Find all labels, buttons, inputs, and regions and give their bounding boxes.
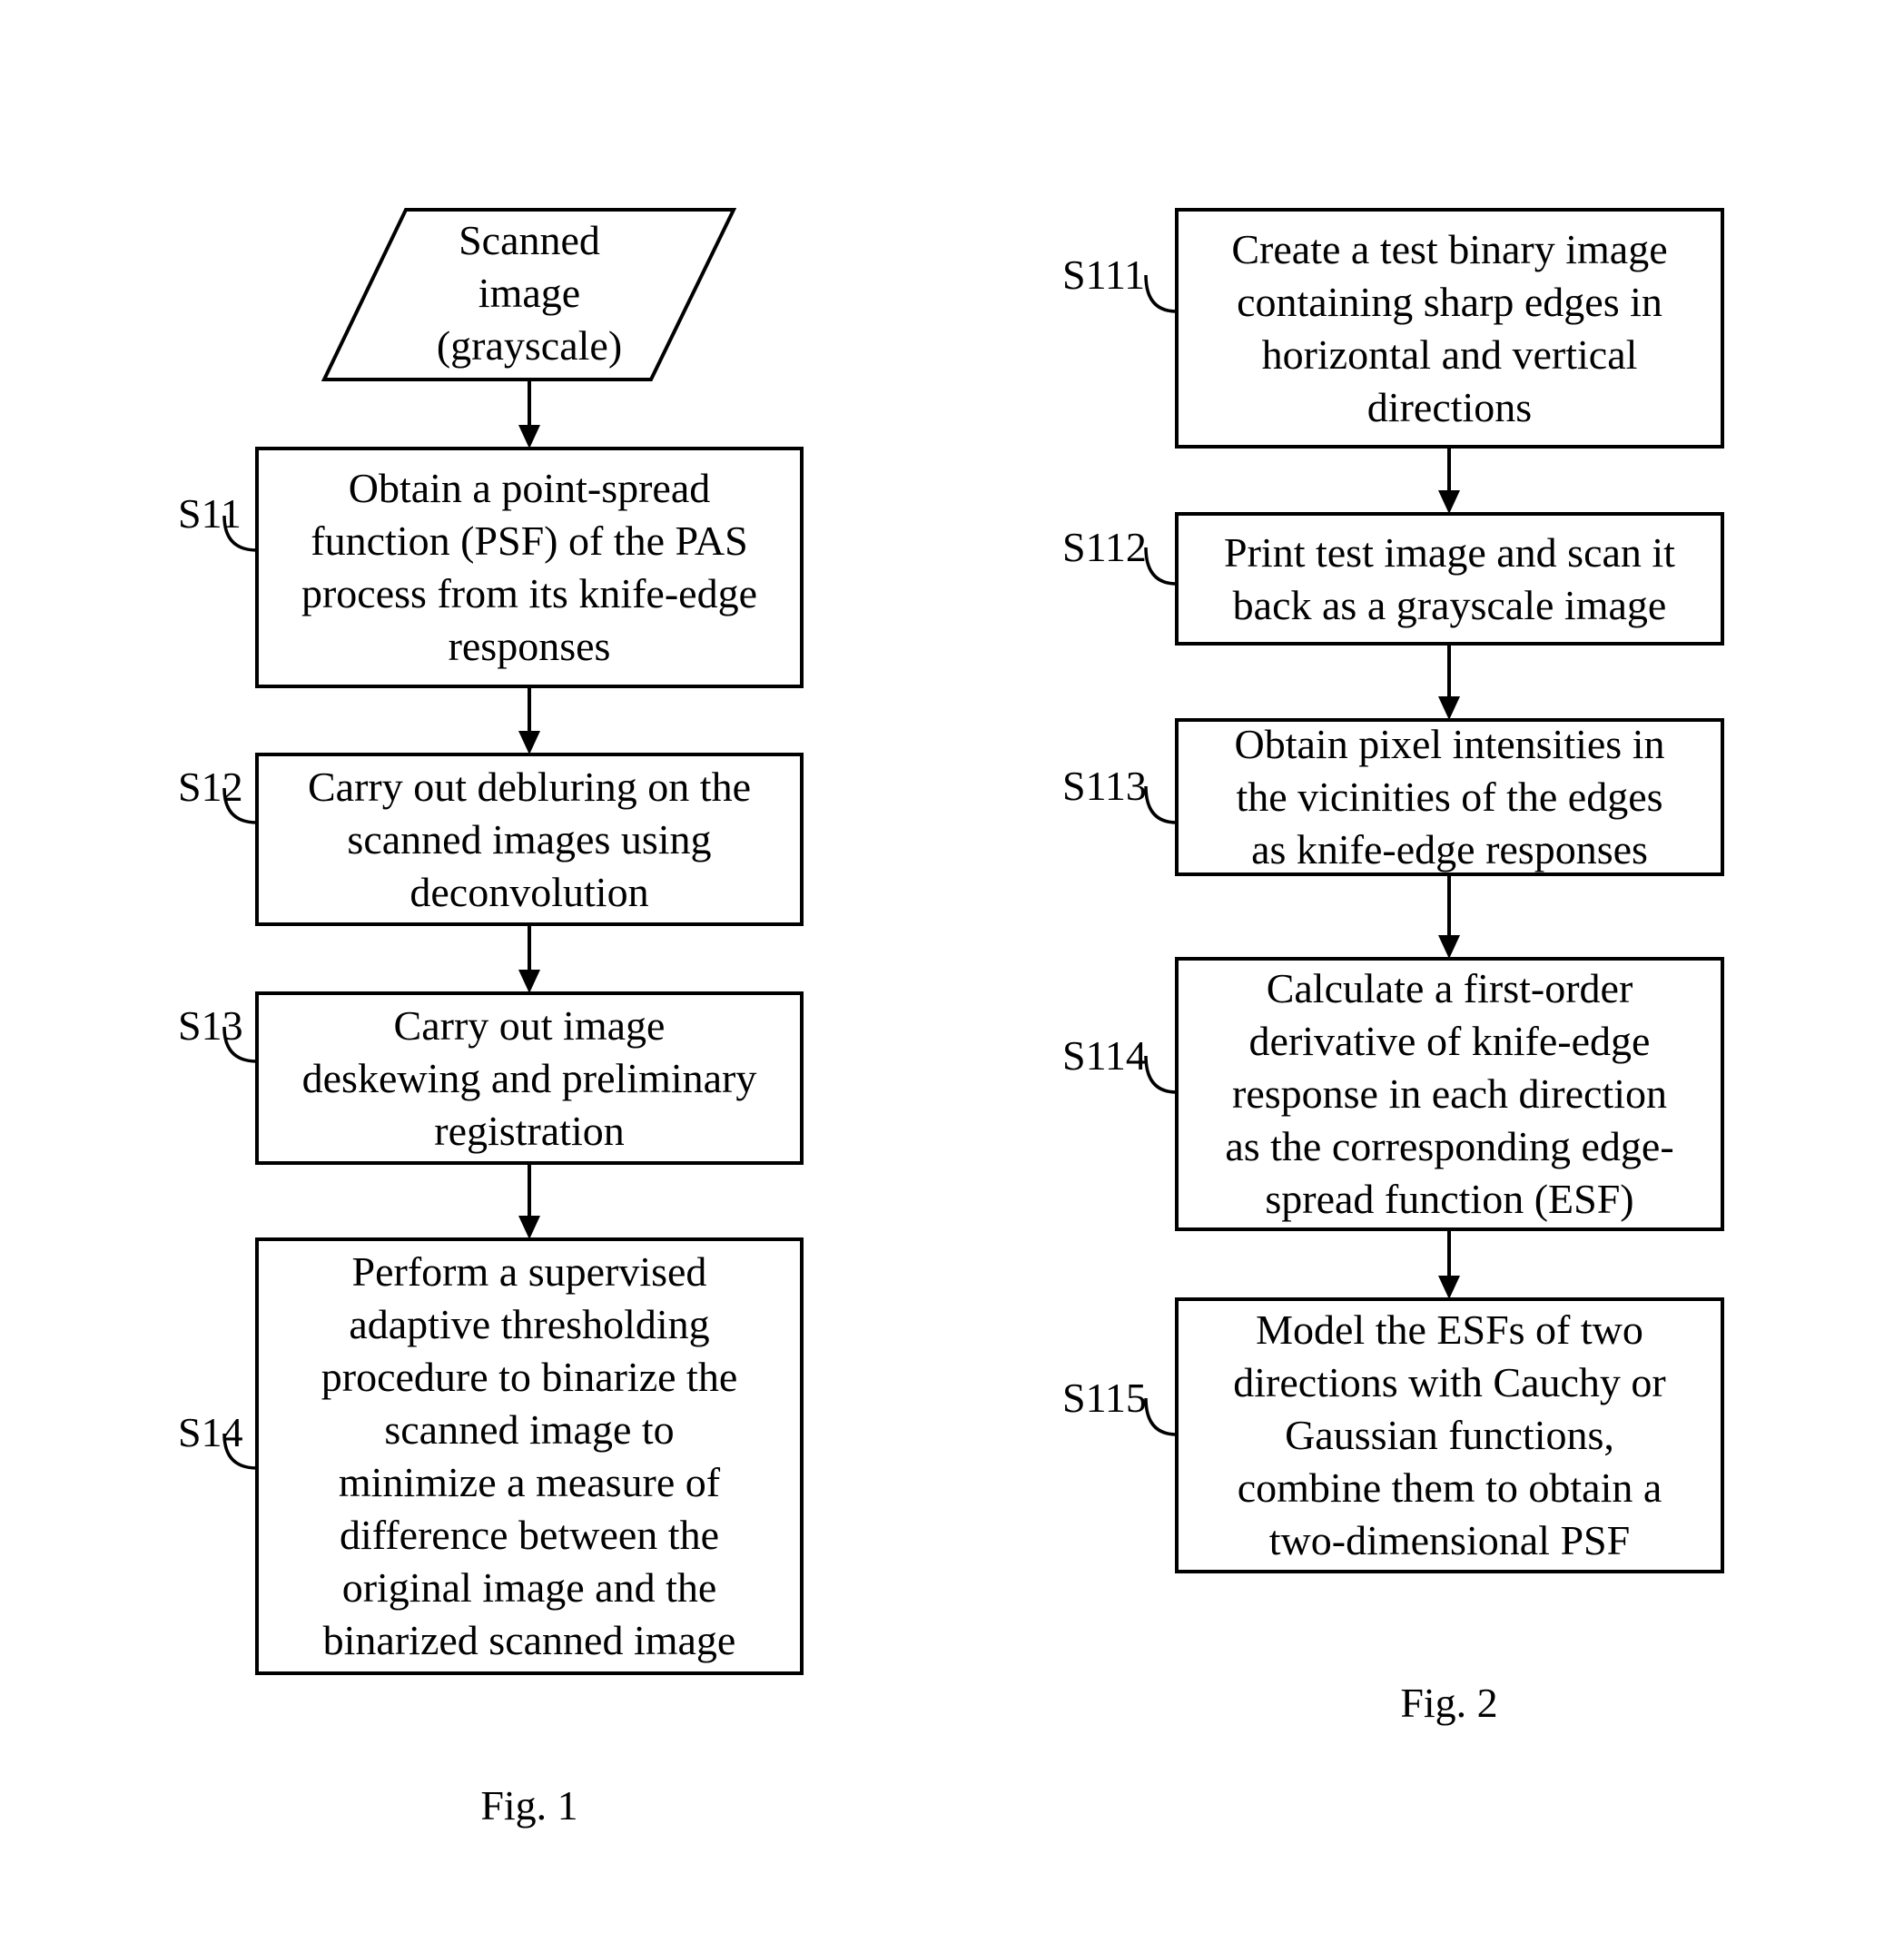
step-text-line: spread function (ESF) bbox=[1265, 1176, 1634, 1222]
step-text-line: directions bbox=[1366, 383, 1533, 430]
arrowhead-icon bbox=[518, 1216, 540, 1239]
step-box-s112: Print test image and scan it back as a g… bbox=[1175, 512, 1724, 646]
step-box-s12: Carry out debluring on the scanned image… bbox=[255, 753, 804, 926]
step-box-s113: Obtain pixel intensities in the viciniti… bbox=[1175, 718, 1724, 876]
step-text-line: process from its knife-edge bbox=[301, 570, 757, 616]
input-line: image bbox=[478, 270, 581, 316]
leader-curve bbox=[1144, 547, 1178, 586]
step-text-line: derivative of knife-edge bbox=[1248, 1018, 1651, 1064]
step-text-line: combine them to obtain a bbox=[1237, 1464, 1662, 1511]
input-line: Scanned bbox=[459, 217, 600, 263]
step-text-line: Obtain pixel intensities in bbox=[1234, 721, 1665, 767]
step-text-line: two-dimensional PSF bbox=[1268, 1517, 1631, 1563]
leader-curve bbox=[1144, 1397, 1178, 1436]
step-text-line: procedure to binarize the bbox=[321, 1354, 738, 1400]
arrowhead-icon bbox=[518, 425, 540, 449]
step-text-line: as the corresponding edge- bbox=[1225, 1123, 1674, 1169]
step-text-line: the vicinities of the edges bbox=[1236, 774, 1663, 820]
step-text-line: back as a grayscale image bbox=[1232, 581, 1667, 628]
step-text-line: Calculate a first-order bbox=[1266, 965, 1633, 1011]
leader-curve bbox=[1144, 274, 1178, 313]
step-label-s115: S115 bbox=[1062, 1375, 1147, 1421]
step-text-line: adaptive thresholding bbox=[349, 1301, 710, 1347]
input-text: Scanned image (grayscale) bbox=[381, 214, 677, 372]
step-text-line: scanned image to bbox=[384, 1406, 675, 1453]
step-text-line: Create a test binary image bbox=[1231, 225, 1668, 272]
step-text-line: deconvolution bbox=[409, 868, 649, 915]
step-text-line: as knife-edge responses bbox=[1251, 826, 1648, 872]
step-box-s111: Create a test binary image containing sh… bbox=[1175, 208, 1724, 449]
step-text-line: registration bbox=[434, 1107, 625, 1154]
step-label-s112: S112 bbox=[1062, 524, 1147, 570]
arrowhead-icon bbox=[1438, 696, 1460, 720]
step-text-line: responses bbox=[448, 623, 611, 669]
step-box-s14: Perform a supervised adaptive thresholdi… bbox=[255, 1237, 804, 1675]
step-label-s13: S13 bbox=[178, 1002, 243, 1049]
step-label-s113: S113 bbox=[1062, 763, 1147, 809]
input-line: (grayscale) bbox=[436, 322, 623, 369]
leader-curve bbox=[1144, 1055, 1178, 1094]
step-text-line: scanned images using bbox=[347, 815, 712, 863]
step-box-s11: Obtain a point-spread function (PSF) of … bbox=[255, 447, 804, 688]
step-text-line: directions with Cauchy or bbox=[1233, 1359, 1666, 1405]
step-text-line: Obtain a point-spread bbox=[348, 465, 711, 511]
step-text-line: original image and the bbox=[341, 1564, 717, 1611]
step-text-line: minimize a measure of bbox=[338, 1459, 721, 1505]
step-label-s11: S11 bbox=[178, 490, 242, 537]
step-text-line: deskewing and preliminary bbox=[301, 1054, 757, 1101]
step-text-line: Carry out image bbox=[393, 1001, 666, 1049]
step-text-line: response in each direction bbox=[1232, 1070, 1667, 1117]
step-label-s14: S14 bbox=[178, 1409, 243, 1455]
step-text-line: Gaussian functions, bbox=[1285, 1412, 1614, 1458]
step-text-line: binarized scanned image bbox=[322, 1617, 736, 1663]
step-text-line: Perform a supervised bbox=[351, 1248, 707, 1295]
arrowhead-icon bbox=[518, 731, 540, 754]
step-text-line: containing sharp edges in bbox=[1237, 278, 1662, 325]
step-text-line: horizontal and vertical bbox=[1261, 330, 1638, 378]
step-text-line: Carry out debluring on the bbox=[307, 763, 751, 810]
step-box-s13: Carry out image deskewing and preliminar… bbox=[255, 991, 804, 1165]
step-box-s115: Model the ESFs of two directions with Ca… bbox=[1175, 1297, 1724, 1573]
step-text-line: Print test image and scan it bbox=[1224, 528, 1675, 576]
step-text-line: Model the ESFs of two bbox=[1256, 1306, 1643, 1353]
figure-caption-2: Fig. 2 bbox=[1400, 1680, 1498, 1726]
step-box-s114: Calculate a first-order derivative of kn… bbox=[1175, 957, 1724, 1231]
figure-caption-1: Fig. 1 bbox=[480, 1782, 578, 1829]
arrowhead-icon bbox=[1438, 1276, 1460, 1299]
step-label-s114: S114 bbox=[1062, 1032, 1147, 1079]
leader-curve bbox=[1144, 785, 1178, 824]
step-text-line: function (PSF) of the PAS bbox=[311, 518, 748, 564]
step-label-s12: S12 bbox=[178, 764, 243, 810]
arrowhead-icon bbox=[1438, 490, 1460, 514]
step-label-s111: S111 bbox=[1062, 251, 1146, 298]
arrowhead-icon bbox=[518, 970, 540, 993]
step-text-line: difference between the bbox=[339, 1512, 720, 1558]
arrowhead-icon bbox=[1438, 935, 1460, 959]
